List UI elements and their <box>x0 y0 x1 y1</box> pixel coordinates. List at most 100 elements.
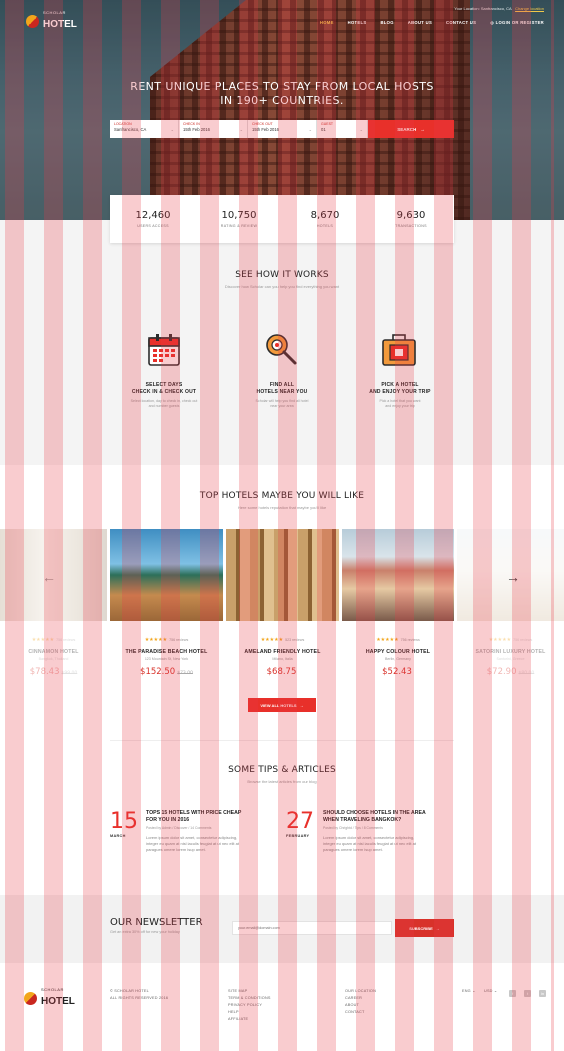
suitcase-icon <box>382 334 416 366</box>
article-card[interactable]: TOPS 15 HOTELS WITH PRICE CHEAP FOR YOU I… <box>146 810 261 853</box>
user-icon: ◎ <box>490 20 495 25</box>
twitter-icon[interactable]: t <box>524 990 531 997</box>
footer-link-contact[interactable]: CONTACT <box>345 1009 376 1016</box>
article-title[interactable]: SHOULD CHOOSE HOTELS IN THE AREA WHEN TRA… <box>323 810 433 824</box>
article-excerpt: Lorem ipsum dolor sit amet, consectetur … <box>146 835 261 853</box>
login-label: LOGIN OR REGISTER <box>495 20 544 25</box>
check-in-field[interactable]: CHECK IN 15th Feb 2016 ⌄ <box>179 120 248 138</box>
footer-link-privacy[interactable]: PRIVACY POLICY <box>228 1002 271 1009</box>
stat-users: 12,460 USERS ACCESS <box>110 195 196 243</box>
hotels-title: TOP HOTELS MAYBE YOU WILL LIKE <box>199 491 365 501</box>
footer-link-about[interactable]: ABOUT <box>345 1002 376 1009</box>
step-desc: Scholar will help you find all hotel near… <box>232 399 332 409</box>
location-field-label: LOCATION <box>114 122 132 126</box>
arrow-right-icon[interactable]: → <box>506 569 520 585</box>
arrow-left-icon[interactable]: ← <box>42 569 56 585</box>
footer-link-career[interactable]: CAREER <box>345 995 376 1002</box>
nav-login-register[interactable]: ◎ LOGIN OR REGISTER <box>490 20 544 25</box>
chevron-down-icon: ⌄ <box>472 989 476 993</box>
step-title-l2: AND ENJOY YOUR TRIP <box>369 389 431 395</box>
review-count: 756 reviews <box>169 638 189 642</box>
step-desc-l2: near your area <box>270 404 294 408</box>
subscribe-button[interactable]: SUBSCRIBE → <box>395 919 454 937</box>
currency-select[interactable]: USD ⌄ <box>484 988 497 995</box>
divider <box>110 740 454 741</box>
tips-title: SOME TIPS & ARTICLES <box>228 765 336 775</box>
footer-copyright: © SCHOLAR HOTEL ALL RIGHTS RESERVED 2016 <box>110 988 168 1002</box>
step-find-hotels: FIND ALL HOTELS NEAR YOU Scholar will hel… <box>232 382 332 409</box>
rating-stars: ★★★★★ <box>31 637 55 643</box>
article-excerpt-l1: Lorem ipsum dolor sit amet, consectetur … <box>323 835 415 840</box>
copyright-line1: © SCHOLAR HOTEL <box>110 989 149 993</box>
footer-link-help[interactable]: HELP <box>228 1009 271 1016</box>
hotels-subtitle: Here some hotels reputation that maybe y… <box>237 505 327 510</box>
step-pick-hotel: PICK A HOTEL AND ENJOY YOUR TRIP Pick a h… <box>350 382 450 409</box>
review-count: 756 reviews <box>400 638 420 642</box>
footer-link-affiliate[interactable]: AFFILIATE <box>228 1016 271 1023</box>
step-title-l1: SELECT DAYS <box>145 382 183 388</box>
article-title-l1: TOPS 15 HOTELS WITH PRICE CHEAP <box>146 810 242 816</box>
article-excerpt-l3: paragues omere lorem isup amet. <box>323 847 383 852</box>
language-select[interactable]: ENG ⌄ <box>462 988 475 995</box>
chevron-down-icon: ⌄ <box>170 127 174 132</box>
view-all-hotels-button[interactable]: VIEW ALL HOTELS → <box>248 698 316 712</box>
rating-stars: ★★★★★ <box>260 637 284 643</box>
footer-link-location[interactable]: OUR LOCATION <box>345 988 376 995</box>
arrow-right-icon: → <box>435 925 440 931</box>
location-label: Your Location: Sanfrancisco, CA <box>454 6 512 11</box>
hotel-image <box>226 529 339 621</box>
arrow-right-icon: → <box>299 702 304 708</box>
hotel-card[interactable]: ★★★★★ 756 reviews CINNAMON HOTEL Bangkok,… <box>0 529 107 677</box>
hotel-card[interactable]: ★★★★★ 756 reviews SATORINI LUXURY HOTEL S… <box>457 529 564 677</box>
nav-blog[interactable]: BLOG <box>380 20 393 25</box>
hotel-card[interactable]: ★★★★★ 756 reviews THE PARADISE BEACH HOTE… <box>110 529 223 677</box>
article-date: 27 FEBRUARY <box>286 810 314 839</box>
step-title-l1: PICK A HOTEL <box>381 382 419 388</box>
stat-value: 10,750 <box>221 210 257 221</box>
step-desc-l1: Pick a hotel that you want <box>379 399 421 403</box>
logo-small-text: SCHOLAR <box>41 987 64 992</box>
hotel-name: HAPPY COLOUR HOTEL <box>365 649 431 655</box>
check-out-field[interactable]: CHECK OUT 15th Feb 2016 ⌄ <box>248 120 317 138</box>
search-bar: LOCATION Sanfrancisco, CA ⌄ CHECK IN 15t… <box>110 120 454 138</box>
tips-subtitle: Browse the latest articles from our blog <box>247 779 317 784</box>
chevron-down-icon: ⌄ <box>239 127 243 132</box>
newsletter-title: OUR NEWSLETTER <box>110 917 203 928</box>
logo-mark-icon <box>24 991 37 1005</box>
nav-hotels[interactable]: HOTELS <box>348 20 367 25</box>
language-value: ENG <box>462 989 471 993</box>
hero-heading-line1: RENT UNIQUE PLACES TO STAY FROM LOCAL HO… <box>130 80 434 93</box>
guest-field[interactable]: GUEST 01 ⌄ <box>317 120 368 138</box>
article-title[interactable]: TOPS 15 HOTELS WITH PRICE CHEAP FOR YOU I… <box>146 810 256 824</box>
hotel-card[interactable]: ★★★★★ 523 reviews AMELAND FRIENDLY HOTEL … <box>226 529 339 677</box>
footer-link-terms[interactable]: TERM & CONDITIONS <box>228 995 271 1002</box>
logo-big-text: HOTEL <box>41 996 75 1007</box>
nav-about-us[interactable]: ABOUT US <box>408 20 432 25</box>
nav-contact-us[interactable]: CONTACT US <box>446 20 476 25</box>
rating-stars: ★★★★★ <box>488 637 512 643</box>
brand-logo[interactable]: SCHOLAR HOTEL <box>26 11 77 31</box>
footer-logo[interactable]: SCHOLAR HOTEL <box>24 988 75 1008</box>
article-excerpt: Lorem ipsum dolor sit amet, consectetur … <box>323 835 438 853</box>
hotel-card[interactable]: ★★★★★ 756 reviews HAPPY COLOUR HOTEL Berl… <box>342 529 454 677</box>
facebook-icon[interactable]: f <box>509 990 516 997</box>
location-field-value: Sanfrancisco, CA <box>114 127 147 132</box>
hotel-name: CINNAMON HOTEL <box>28 649 79 655</box>
instagram-icon[interactable]: in <box>539 990 546 997</box>
currency-value: USD <box>484 989 493 993</box>
logo-mark-icon <box>26 14 39 28</box>
search-button[interactable]: SEARCH → <box>368 120 454 138</box>
stats-bar: 12,460 USERS ACCESS 10,750 RATING & REVIEW… <box>110 195 454 243</box>
article-card[interactable]: SHOULD CHOOSE HOTELS IN THE AREA WHEN TRA… <box>323 810 438 853</box>
change-location-link[interactable]: Change location <box>515 6 544 11</box>
article-month: MARCH <box>110 834 126 838</box>
step-desc-l2: and number guests <box>148 404 180 408</box>
email-field[interactable] <box>232 921 392 935</box>
step-desc: Pick a hotel that you want and enjoy your… <box>350 399 450 409</box>
hotel-name: SATORINI LUXURY HOTEL <box>475 649 546 655</box>
footer-link-sitemap[interactable]: SITE MAP <box>228 988 271 995</box>
nav-home[interactable]: HOME <box>320 20 334 25</box>
location-field[interactable]: LOCATION Sanfrancisco, CA ⌄ <box>110 120 179 138</box>
check-in-value: 15th Feb 2016 <box>183 127 211 132</box>
logo-small-text: SCHOLAR <box>43 10 66 15</box>
